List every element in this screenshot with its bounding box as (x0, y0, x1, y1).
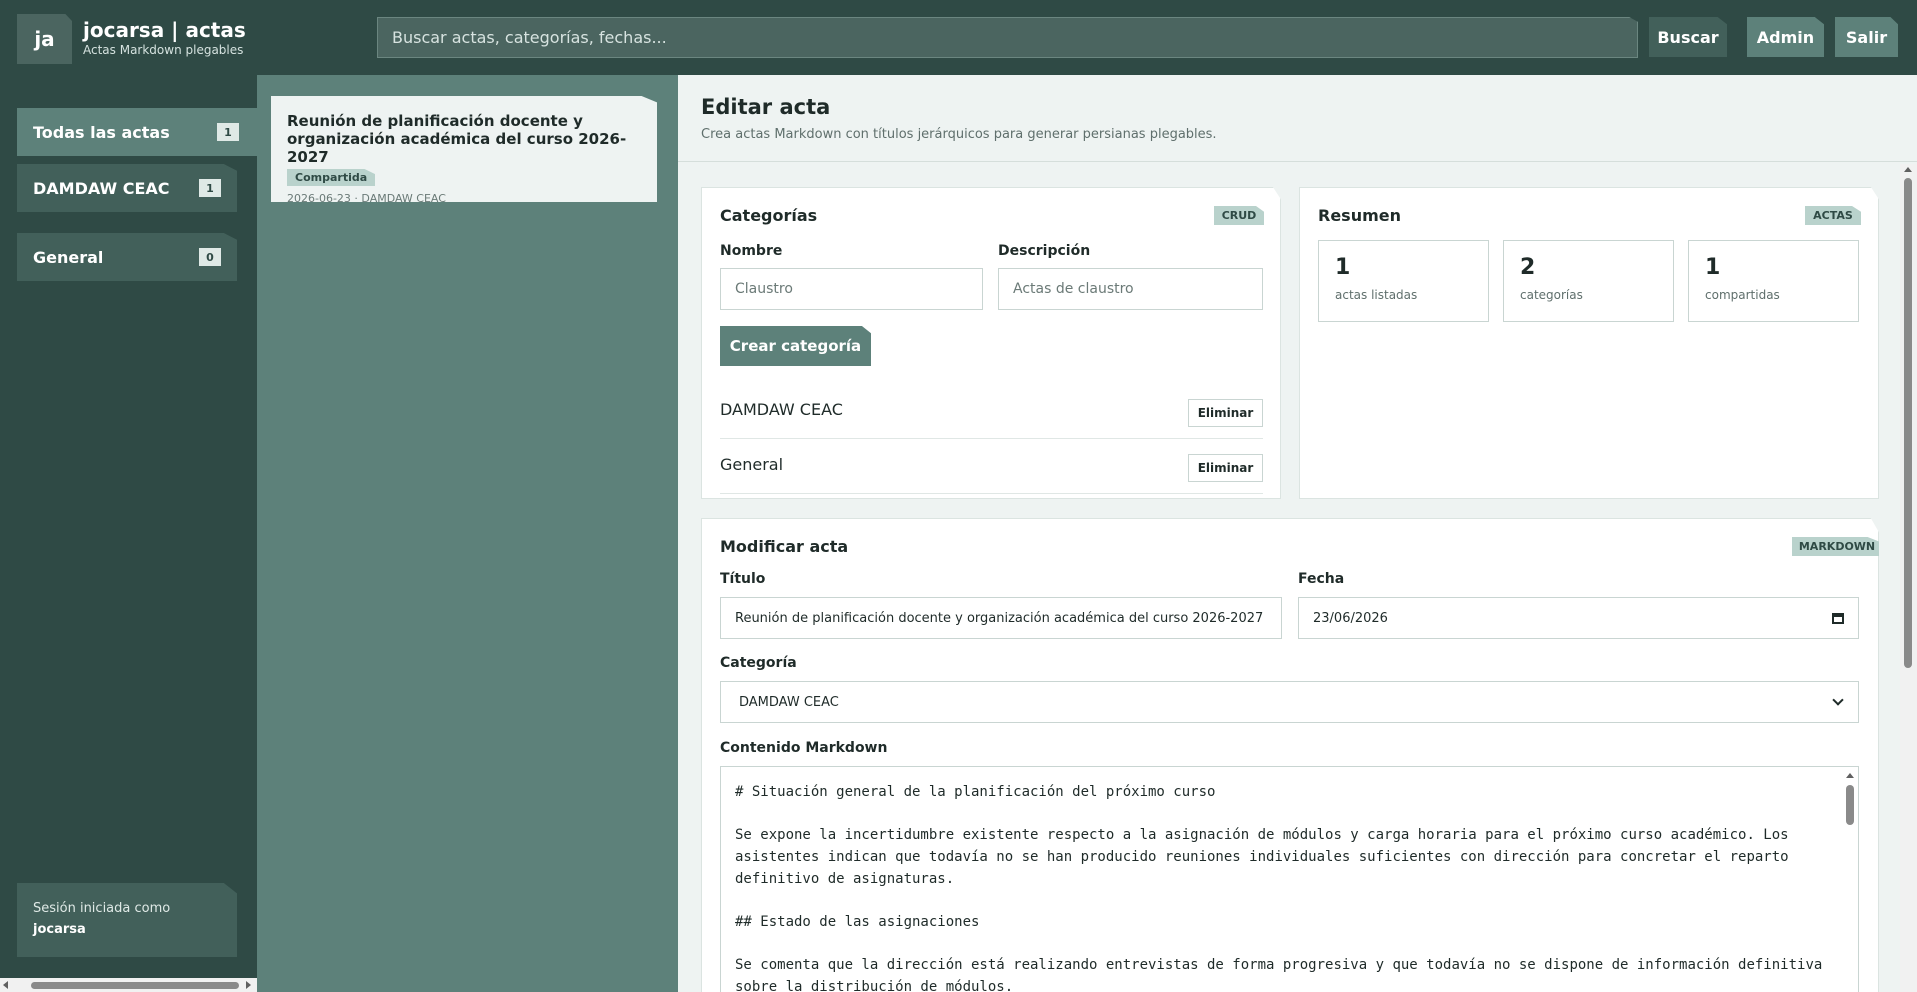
scrollbar-thumb[interactable] (31, 982, 239, 989)
scroll-up-icon[interactable] (1846, 773, 1854, 778)
stat-value: 1 (1705, 255, 1721, 280)
markdown-tag: MARKDOWN (1792, 537, 1879, 556)
scrollbar-thumb[interactable] (1904, 178, 1912, 668)
summary-panel: Resumen ACTAS 1 actas listadas 2 categor… (1299, 187, 1879, 499)
categories-panel: Categorías CRUD Nombre Claustro Descripc… (701, 187, 1281, 499)
markdown-line: ## Estado de las asignaciones (735, 914, 980, 930)
delete-category-button[interactable]: Eliminar (1188, 399, 1263, 427)
note-meta: 2026-06-23 · DAMDAW CEAC (287, 192, 446, 205)
stat-label: categorías (1520, 288, 1583, 302)
top-bar: ja jocarsa | actas Actas Markdown plegab… (0, 0, 1917, 75)
title-input[interactable]: Reunión de planificación docente y organ… (720, 597, 1282, 639)
session-label: Sesión iniciada como (33, 901, 171, 916)
category-select[interactable]: DAMDAW CEAC (720, 681, 1859, 723)
category-name: DAMDAW CEAC (720, 400, 843, 419)
description-label: Descripción (998, 243, 1091, 259)
stat-label: actas listadas (1335, 288, 1418, 302)
shared-badge: Compartida (287, 169, 376, 186)
date-input[interactable]: 23/06/2026 (1298, 597, 1859, 639)
sidebar-item-label: General (33, 247, 104, 267)
scroll-left-icon[interactable] (3, 981, 8, 989)
logout-button[interactable]: Salir (1835, 17, 1898, 57)
search-input[interactable]: Buscar actas, categorías, fechas... (377, 17, 1638, 58)
session-user: jocarsa (33, 922, 86, 937)
category-value: DAMDAW CEAC (739, 694, 839, 710)
sidebar-item-damdaw-ceac[interactable]: DAMDAW CEAC 1 (17, 164, 237, 212)
scroll-up-icon[interactable] (1904, 167, 1912, 172)
create-category-button[interactable]: Crear categoría (720, 326, 871, 366)
textarea-scrollbar[interactable] (1843, 768, 1857, 992)
main-header: Editar acta Crea actas Markdown con títu… (678, 75, 1917, 162)
app-subtitle: Actas Markdown plegables (83, 43, 244, 57)
crud-tag: CRUD (1214, 206, 1264, 225)
admin-button[interactable]: Admin (1747, 17, 1824, 57)
markdown-line: # Situación general de la planificación … (735, 784, 1216, 800)
sidebar: Todas las actas 1 DAMDAW CEAC 1 General … (0, 75, 257, 992)
note-title: Reunión de planificación docente y organ… (287, 112, 627, 166)
panel-title: Modificar acta (720, 537, 849, 556)
page-title: Editar acta (701, 95, 831, 119)
edit-note-panel: Modificar acta MARKDOWN Título Reunión d… (701, 518, 1879, 992)
horizontal-scrollbar[interactable] (0, 978, 257, 992)
scroll-right-icon[interactable] (246, 981, 251, 989)
count-badge: 0 (199, 248, 221, 266)
category-row: General Eliminar (720, 439, 1263, 494)
search-button[interactable]: Buscar (1649, 17, 1727, 57)
notes-list: Reunión de planificación docente y organ… (257, 75, 678, 992)
sidebar-item-general[interactable]: General 0 (17, 233, 237, 281)
stat-card: 1 compartidas (1688, 240, 1859, 322)
category-row: DAMDAW CEAC Eliminar (720, 384, 1263, 439)
stat-label: compartidas (1705, 288, 1780, 302)
markdown-line: Se comenta que la dirección está realiza… (735, 957, 1831, 992)
vertical-scrollbar[interactable] (1900, 164, 1917, 992)
markdown-textarea[interactable]: # Situación general de la planificación … (720, 766, 1859, 992)
date-label: Fecha (1298, 571, 1345, 587)
title-label: Título (720, 571, 766, 587)
name-label: Nombre (720, 243, 783, 259)
note-card[interactable]: Reunión de planificación docente y organ… (271, 96, 657, 202)
app-title: jocarsa | actas (83, 18, 246, 42)
date-value: 23/06/2026 (1313, 610, 1388, 626)
stat-card: 1 actas listadas (1318, 240, 1489, 322)
stat-card: 2 categorías (1503, 240, 1674, 322)
markdown-line: Se expone la incertidumbre existente res… (735, 827, 1798, 887)
calendar-icon[interactable] (1832, 613, 1844, 624)
count-badge: 1 (217, 123, 239, 141)
page-subtitle: Crea actas Markdown con títulos jerárqui… (701, 127, 1217, 142)
actas-tag: ACTAS (1805, 206, 1861, 225)
stat-value: 2 (1520, 255, 1536, 280)
panel-title: Categorías (720, 206, 818, 225)
count-badge: 1 (199, 179, 221, 197)
chevron-down-icon (1832, 694, 1844, 706)
category-name: General (720, 455, 784, 474)
app-logo: ja (17, 14, 72, 64)
delete-category-button[interactable]: Eliminar (1188, 454, 1263, 482)
panel-title: Resumen (1318, 206, 1401, 225)
category-name-input[interactable]: Claustro (720, 268, 983, 310)
session-info: Sesión iniciada como jocarsa (17, 883, 237, 957)
sidebar-item-label: DAMDAW CEAC (33, 178, 170, 198)
content-label: Contenido Markdown (720, 740, 888, 756)
sidebar-item-label: Todas las actas (33, 122, 170, 142)
sidebar-item-all[interactable]: Todas las actas 1 (17, 108, 257, 156)
scrollbar-thumb[interactable] (1846, 785, 1854, 825)
main-content: Editar acta Crea actas Markdown con títu… (678, 75, 1917, 992)
category-label: Categoría (720, 655, 797, 671)
category-description-input[interactable]: Actas de claustro (998, 268, 1263, 310)
stat-value: 1 (1335, 255, 1351, 280)
